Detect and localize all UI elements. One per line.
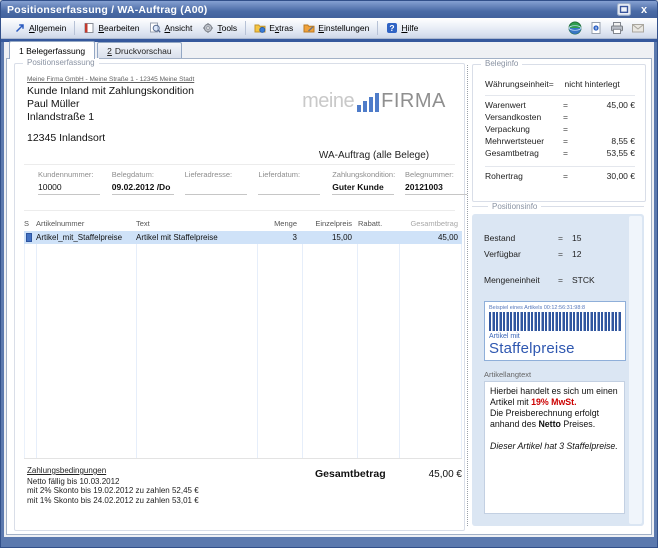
barcode-icon <box>489 312 621 331</box>
positionsinfo-row-bestand: Bestand=15 <box>484 233 622 243</box>
company-logo: meine FIRMA <box>293 90 455 113</box>
invoice-total-value: 45,00 € <box>392 469 462 480</box>
menu-item-hilfe[interactable]: ? Hilfe <box>381 20 423 36</box>
restore-window-icon[interactable] <box>617 4 631 16</box>
recipient-line: Kunde Inland mit Zahlungskondition <box>27 85 194 98</box>
sender-line: Meine Firma GmbH - Meine Straße 1 - 1234… <box>27 76 194 83</box>
group-legend: Positionserfassung <box>23 58 99 67</box>
work-area: 1 Belegerfassung 2Druckvorschau Position… <box>4 42 654 537</box>
menu-separator <box>245 21 246 35</box>
tools-icon <box>202 22 214 34</box>
field-zahlungskondition[interactable]: Zahlungskondition: Guter Kunde <box>332 170 405 195</box>
menu-item-tools[interactable]: Tools <box>197 20 242 36</box>
group-legend: Beleginfo <box>481 59 522 68</box>
article-image: Beispiel eines Artikels 00:12:56:31:98:8… <box>484 301 626 361</box>
positionsinfo-scrollbar[interactable] <box>629 216 642 524</box>
table-empty-grid[interactable] <box>24 244 462 458</box>
payment-line: Netto fällig bis 10.03.2012 <box>27 477 199 487</box>
help-icon: ? <box>386 22 398 34</box>
article-image-caption: Beispiel eines Artikels 00:12:56:31:98:8 <box>489 305 621 311</box>
recipient-line: Paul Müller <box>27 98 194 111</box>
col-header-menge[interactable]: Menge <box>258 219 303 228</box>
beleginfo-row-mehrwertsteuer: Mehrwertsteuer=8,55 € <box>485 136 635 146</box>
rule <box>485 166 635 167</box>
header-fields: Kundennummer: 10000 Belegdatum: 09.02.20… <box>24 170 462 195</box>
payment-terms-title: Zahlungsbedingungen <box>27 466 199 476</box>
menu-separator <box>74 21 75 35</box>
field-kundennummer[interactable]: Kundennummer: 10000 <box>38 170 112 195</box>
mail-icon[interactable] <box>631 21 645 35</box>
beleginfo-row-rohertrag: Rohertrag=30,00 € <box>485 171 635 181</box>
menu-item-einstellungen[interactable]: Einstellungen <box>298 20 374 36</box>
panel-splitter[interactable] <box>467 65 468 526</box>
menu-bar: Allgemein Bearbeiten Ansicht Tools Extra… <box>1 18 657 39</box>
col-header-artikelnummer[interactable]: Artikelnummer <box>36 219 136 228</box>
edit-icon <box>83 22 95 34</box>
cell-einzelpreis: 15,00 <box>303 233 358 242</box>
title-bar: Positionserfassung / WA-Auftrag (A00) x <box>1 1 657 18</box>
document-info-icon[interactable] <box>589 21 603 35</box>
beleginfo-row-waehrungseinheit: Währungseinheit=nicht hinterlegt <box>485 79 635 89</box>
recipient-address: Kunde Inland mit Zahlungskondition Paul … <box>27 85 194 145</box>
rule <box>24 164 455 165</box>
rule <box>24 210 455 211</box>
positionsinfo-legend: Positionsinfo <box>472 202 644 211</box>
recipient-city: 12345 Inlandsort <box>27 132 194 145</box>
payment-line: mit 1% Skonto bis 24.02.2012 zu zahlen 5… <box>27 496 199 506</box>
app-window: Positionserfassung / WA-Auftrag (A00) x … <box>0 0 658 548</box>
settings-icon <box>303 22 315 34</box>
svg-text:?: ? <box>390 23 395 33</box>
tab-druckvorschau[interactable]: 2Druckvorschau <box>97 42 181 58</box>
col-header-rabatt[interactable]: Rabatt. <box>358 219 400 228</box>
artikellangtext-box[interactable]: Hierbei handelt es sich um einen Artikel… <box>484 381 625 514</box>
view-icon <box>149 22 161 34</box>
menu-item-bearbeiten[interactable]: Bearbeiten <box>78 20 144 36</box>
payment-line: mit 2% Skonto bis 19.02.2012 zu zahlen 5… <box>27 486 199 496</box>
document-title: WA-Auftrag (alle Belege) <box>293 150 455 161</box>
tab-belegerfassung[interactable]: 1 Belegerfassung <box>9 41 95 59</box>
printer-icon[interactable] <box>610 21 624 35</box>
field-belegdatum[interactable]: Belegdatum: 09.02.2012 /Do <box>112 170 185 195</box>
field-belegnummer[interactable]: Belegnummer: 20121003 <box>405 170 462 195</box>
rule <box>485 95 635 96</box>
beleginfo-row-verpackung: Verpackung= <box>485 124 635 134</box>
positionsinfo-row-verfuegbar: Verfügbar=12 <box>484 249 622 259</box>
cell-artikelnummer: Artikel_mit_Staffelpreise <box>36 233 136 242</box>
artikellangtext-label: Artikellangtext <box>484 370 622 379</box>
cell-gesamtbetrag: 45,00 <box>400 233 462 242</box>
col-header-text[interactable]: Text <box>136 219 258 228</box>
positionsinfo-panel: Bestand=15 Verfügbar=12 Mengeneinheit=ST… <box>472 214 644 526</box>
content-panel: Positionserfassung Meine Firma GmbH - Me… <box>6 58 652 535</box>
extras-icon <box>254 22 266 34</box>
col-header-einzelpreis[interactable]: Einzelpreis <box>303 219 358 228</box>
field-lieferdatum[interactable]: Lieferdatum: <box>258 170 332 195</box>
tab-strip: 1 Belegerfassung 2Druckvorschau <box>9 42 182 58</box>
beleginfo-row-versandkosten: Versandkosten= <box>485 112 635 122</box>
col-header-s[interactable]: S <box>24 219 36 228</box>
menu-item-allgemein[interactable]: Allgemein <box>9 20 71 36</box>
menu-item-extras[interactable]: Extras <box>249 20 298 36</box>
logo-bars-icon <box>357 93 379 112</box>
rule <box>24 458 462 459</box>
menu-item-ansicht[interactable]: Ansicht <box>144 20 197 36</box>
table-row-selected[interactable]: Artikel_mit_Staffelpreise Artikel mit St… <box>24 231 462 244</box>
window-title: Positionserfassung / WA-Auftrag (A00) <box>7 4 208 16</box>
payment-terms: Zahlungsbedingungen Netto fällig bis 10.… <box>27 466 199 505</box>
arrow-ne-icon <box>14 22 26 34</box>
globe-icon[interactable] <box>568 21 582 35</box>
cell-menge: 3 <box>258 233 303 242</box>
close-icon[interactable]: x <box>637 4 651 16</box>
menu-separator <box>377 21 378 35</box>
invoice-total-label: Gesamtbetrag <box>315 468 386 480</box>
recipient-line: Inlandstraße 1 <box>27 111 194 124</box>
col-header-gesamtbetrag[interactable]: Gesamtbetrag <box>400 219 462 228</box>
beleginfo-row-gesamtbetrag: Gesamtbetrag=53,55 € <box>485 148 635 158</box>
row-type-icon <box>26 233 32 242</box>
beleginfo-row-warenwert: Warenwert=45,00 € <box>485 100 635 110</box>
field-lieferadresse[interactable]: Lieferadresse: <box>185 170 259 195</box>
positionsinfo-row-mengeneinheit: Mengeneinheit=STCK <box>484 275 622 285</box>
cell-text: Artikel mit Staffelpreise <box>136 233 258 242</box>
beleginfo-group: Beleginfo Währungseinheit=nicht hinterle… <box>472 64 646 202</box>
positionserfassung-group: Positionserfassung Meine Firma GmbH - Me… <box>14 63 465 531</box>
